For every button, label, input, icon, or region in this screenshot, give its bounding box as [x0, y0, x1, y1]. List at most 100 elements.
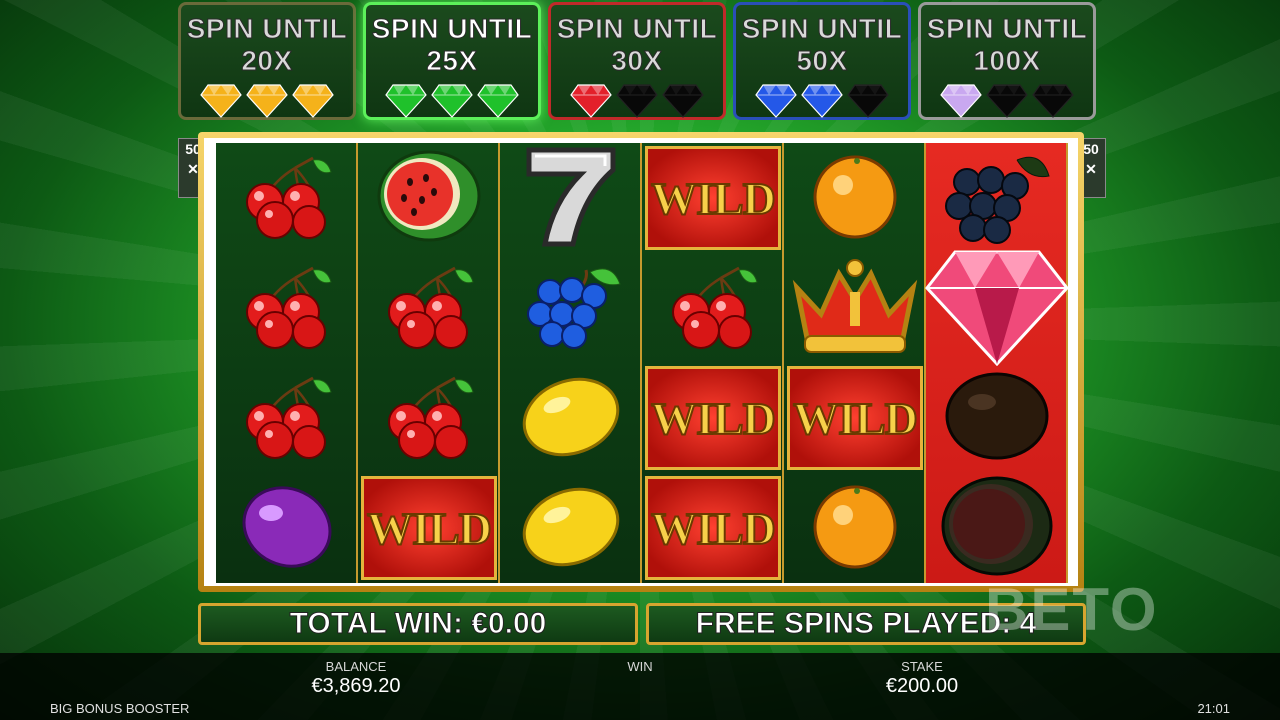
wild-symbol: WILD: [645, 366, 781, 470]
gem-lit-icon: [755, 83, 797, 124]
symbol-seven: [500, 143, 642, 253]
symbol-watermelon: [358, 143, 500, 253]
symbol-plum: [216, 473, 358, 583]
gem-lit-icon: [200, 83, 242, 124]
multiplier-card-20x: SPIN UNTIL 20X: [178, 2, 356, 120]
multiplier-line1: SPIN UNTIL: [926, 13, 1088, 45]
symbol-cherry: [358, 363, 500, 473]
balance-label: BALANCE: [325, 659, 387, 674]
symbol-grapes: [500, 253, 642, 363]
symbol-wild: WILD: [642, 363, 784, 473]
multiplier-value: 30X: [611, 45, 663, 77]
gem-row: [921, 83, 1093, 124]
reel-grid: WILD WILD WILD WILD WILD: [216, 143, 1069, 583]
gem-lit-icon: [940, 83, 982, 124]
multiplier-card-25x: SPIN UNTIL 25X: [363, 2, 541, 120]
symbol-cherry: [216, 253, 358, 363]
symbol-plum-dark: [926, 363, 1068, 473]
reel-4: WILD WILD WILD: [642, 143, 784, 583]
multiplier-value: 100X: [973, 45, 1041, 77]
multiplier-line1: SPIN UNTIL: [556, 13, 718, 45]
wild-label: WILD: [650, 392, 777, 445]
wild-symbol: WILD: [787, 366, 923, 470]
cherry-icon: [235, 150, 339, 247]
cherry-icon: [661, 260, 765, 357]
symbol-cherry: [642, 253, 784, 363]
wild-symbol: WILD: [361, 476, 497, 580]
watermark-logo: BETO: [985, 576, 1159, 643]
grapes-icon: [516, 258, 626, 359]
gem-lit-icon: [292, 83, 334, 124]
symbol-lemon: [500, 473, 642, 583]
multiplier-card-100x: SPIN UNTIL 100X: [918, 2, 1096, 120]
symbol-cherry: [216, 143, 358, 253]
cherry-icon: [377, 370, 481, 467]
cherry-icon: [377, 260, 481, 357]
orange-icon: [805, 151, 905, 246]
wild-symbol: WILD: [645, 146, 781, 250]
symbol-orange: [784, 143, 926, 253]
lemon-icon: [519, 481, 623, 576]
plum-dark-icon: [942, 368, 1052, 469]
diamond-icon: [925, 246, 1069, 371]
gem-lit-icon: [385, 83, 427, 124]
multiplier-card-50x: SPIN UNTIL 50X: [733, 2, 911, 120]
multiplier-line1: SPIN UNTIL: [371, 13, 533, 45]
symbol-wild: WILD: [358, 473, 500, 583]
seven-icon: [521, 144, 621, 253]
multiplier-card-30x: SPIN UNTIL 30X: [548, 2, 726, 120]
wild-label: WILD: [650, 172, 777, 225]
gem-lit-icon: [801, 83, 843, 124]
grapes-dark-icon: [937, 146, 1057, 251]
clock: 21:01: [1197, 701, 1230, 716]
crown-icon: [787, 254, 923, 363]
orange-icon: [805, 481, 905, 576]
multiplier-line1: SPIN UNTIL: [186, 13, 348, 45]
gem-row: [736, 83, 908, 124]
lemon-icon: [519, 371, 623, 466]
stake-value[interactable]: €200.00: [886, 675, 958, 698]
multiplier-value: 25X: [426, 45, 478, 77]
gem-lit-icon: [477, 83, 519, 124]
symbol-wild: WILD: [642, 473, 784, 583]
gem-unlit-icon: [986, 83, 1028, 124]
reel-6: [925, 143, 1069, 583]
multiplier-value: 50X: [796, 45, 848, 77]
wild-label: WILD: [650, 502, 777, 555]
symbol-diamond: [925, 250, 1069, 366]
bottom-panel: BALANCE €3,869.20 WIN STAKE €200.00 BIG …: [0, 653, 1280, 720]
cherry-icon: [235, 370, 339, 467]
symbol-grapes-dark: [926, 143, 1068, 253]
wild-label: WILD: [366, 502, 493, 555]
symbol-cherry: [216, 363, 358, 473]
multiplier-line1: SPIN UNTIL: [741, 13, 903, 45]
reel-1: [216, 143, 358, 583]
plum-icon: [237, 481, 337, 576]
reel-2: WILD: [358, 143, 500, 583]
watermelon-icon: [374, 148, 484, 249]
cherry-icon: [235, 260, 339, 357]
symbol-wild: WILD: [784, 363, 926, 473]
gem-row: [181, 83, 353, 124]
gem-unlit-icon: [616, 83, 658, 124]
gem-row: [366, 83, 538, 124]
symbol-crown: [784, 253, 926, 363]
total-win-text: TOTAL WIN: €0.00: [289, 607, 547, 641]
symbol-wild: WILD: [642, 143, 784, 253]
reel-3: [500, 143, 642, 583]
gem-unlit-icon: [1032, 83, 1074, 124]
symbol-cherry: [358, 253, 500, 363]
wild-symbol: WILD: [645, 476, 781, 580]
gem-lit-icon: [570, 83, 612, 124]
balance-value: €3,869.20: [311, 675, 401, 697]
wild-label: WILD: [792, 392, 919, 445]
reel-5: WILD: [784, 143, 926, 583]
gem-lit-icon: [246, 83, 288, 124]
symbol-watermelon-dark: [926, 473, 1068, 583]
gem-unlit-icon: [662, 83, 704, 124]
symbol-orange: [784, 473, 926, 583]
watermelon-dark-icon: [937, 474, 1057, 583]
multiplier-value: 20X: [241, 45, 293, 77]
total-win-bar: TOTAL WIN: €0.00: [198, 603, 638, 645]
gem-unlit-icon: [847, 83, 889, 124]
